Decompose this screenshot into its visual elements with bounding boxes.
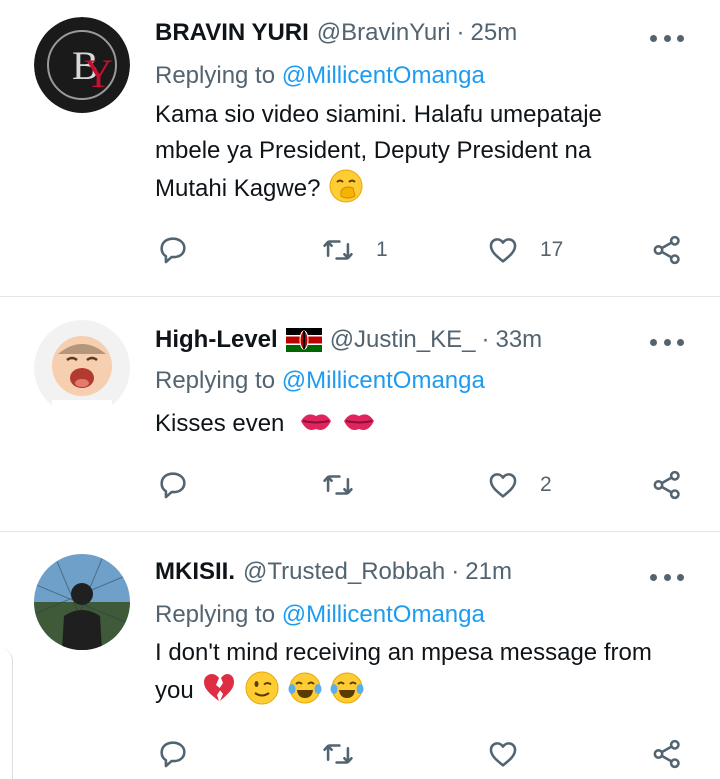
tweet-header: MKISII. @Trusted_Robbah · 21m	[155, 556, 512, 588]
replying-prefix: Replying to	[155, 62, 276, 89]
like-button[interactable]	[486, 734, 520, 774]
replying-to-line: Replying to @MillicentOmanga	[155, 367, 485, 395]
more-icon[interactable]	[650, 337, 684, 347]
kiss-mark-emoji	[343, 414, 374, 430]
replying-prefix: Replying to	[155, 367, 276, 394]
mention-link[interactable]: @MillicentOmanga	[282, 601, 485, 628]
tweet-text-line: mbele ya President, Deputy President na	[155, 137, 592, 164]
share-icon	[653, 470, 680, 500]
share-icon	[653, 235, 680, 265]
retweet-button[interactable]	[320, 465, 356, 505]
tweet-text: I don't mind receiving an mpesa message …	[155, 635, 695, 709]
share-icon	[653, 739, 680, 769]
like-icon	[489, 742, 517, 767]
timestamp[interactable]: 21m	[465, 558, 512, 586]
timestamp[interactable]: 33m	[495, 326, 542, 354]
tweet-text-line: I don't mind receiving an mpesa message …	[155, 639, 652, 666]
like-count: 2	[540, 473, 552, 496]
reply-button[interactable]	[156, 734, 190, 774]
share-button[interactable]	[650, 465, 684, 505]
user-handle[interactable]: @BravinYuri	[317, 19, 451, 47]
more-icon[interactable]	[650, 33, 684, 43]
tweet-mkisii[interactable]: MKISII. @Trusted_Robbah · 21m Replying t…	[0, 532, 720, 779]
retweet-icon	[323, 240, 353, 260]
tears-of-joy-emoji	[288, 672, 322, 704]
retweet-button[interactable]	[320, 734, 356, 774]
replying-to-line: Replying to @MillicentOmanga	[155, 601, 485, 629]
like-icon	[489, 473, 517, 498]
svg-text:Y: Y	[84, 51, 113, 96]
like-button[interactable]: 17	[486, 230, 563, 270]
retweet-icon	[323, 744, 353, 764]
user-handle[interactable]: @Trusted_Robbah	[243, 558, 445, 586]
tears-of-joy-emoji	[330, 672, 364, 704]
like-button[interactable]: 2	[486, 465, 552, 505]
avatar[interactable]	[34, 554, 130, 650]
replying-to-line: Replying to @MillicentOmanga	[155, 62, 485, 90]
tweet-high-level[interactable]: High-Level @Justin_KE_ · 33m Replying to…	[0, 297, 720, 531]
like-icon	[489, 238, 517, 263]
display-name[interactable]: MKISII.	[155, 558, 235, 586]
tweet-bravin-yuri[interactable]: B Y BRAVIN YURI @BravinYuri · 25m Replyi…	[0, 0, 720, 296]
winking-face-emoji	[245, 671, 279, 705]
separator: ·	[481, 326, 490, 353]
separator: ·	[451, 558, 460, 585]
like-count: 17	[540, 238, 564, 261]
user-handle[interactable]: @Justin_KE_	[330, 326, 476, 354]
share-button[interactable]	[650, 230, 684, 270]
tweet-actions: 2	[0, 465, 720, 505]
reply-icon	[160, 237, 186, 264]
retweet-count: 1	[376, 238, 388, 261]
reply-icon	[160, 472, 186, 499]
kiss-mark-emoji	[301, 414, 332, 430]
tweet-actions: 1 17	[0, 230, 720, 270]
tweet-text: Kama sio video siamini. Halafu umepataje…	[155, 97, 675, 207]
display-name[interactable]: BRAVIN YURI	[155, 19, 309, 47]
reply-button[interactable]	[156, 465, 190, 505]
tweet-actions	[0, 734, 720, 774]
separator: ·	[456, 19, 465, 46]
scroll-edge	[0, 648, 13, 779]
tweet-text-line: Kama sio video siamini. Halafu umepataje	[155, 101, 602, 128]
tweet-text-line: Kisses even	[155, 410, 285, 437]
replying-prefix: Replying to	[155, 601, 276, 628]
broken-heart-emoji	[204, 674, 235, 701]
reply-icon	[160, 741, 186, 768]
hand-over-mouth-emoji	[329, 169, 363, 203]
tweet-text-line: you	[155, 677, 194, 704]
kenya-flag-emoji	[285, 328, 322, 352]
retweet-icon	[323, 475, 353, 495]
retweet-button[interactable]: 1	[320, 230, 388, 270]
tweet-header: BRAVIN YURI @BravinYuri · 25m	[155, 17, 517, 49]
display-name[interactable]: High-Level	[155, 326, 278, 354]
tweet-text: Kisses even	[155, 404, 675, 442]
timestamp[interactable]: 25m	[471, 19, 518, 47]
tweet-header: High-Level @Justin_KE_ · 33m	[155, 324, 542, 356]
mention-link[interactable]: @MillicentOmanga	[282, 367, 485, 394]
more-icon[interactable]	[650, 572, 684, 582]
mention-link[interactable]: @MillicentOmanga	[282, 62, 485, 89]
avatar[interactable]: B Y	[34, 17, 130, 113]
tweet-text-line: Mutahi Kagwe?	[155, 175, 321, 202]
share-button[interactable]	[650, 734, 684, 774]
avatar[interactable]	[34, 320, 130, 416]
reply-button[interactable]	[156, 230, 190, 270]
